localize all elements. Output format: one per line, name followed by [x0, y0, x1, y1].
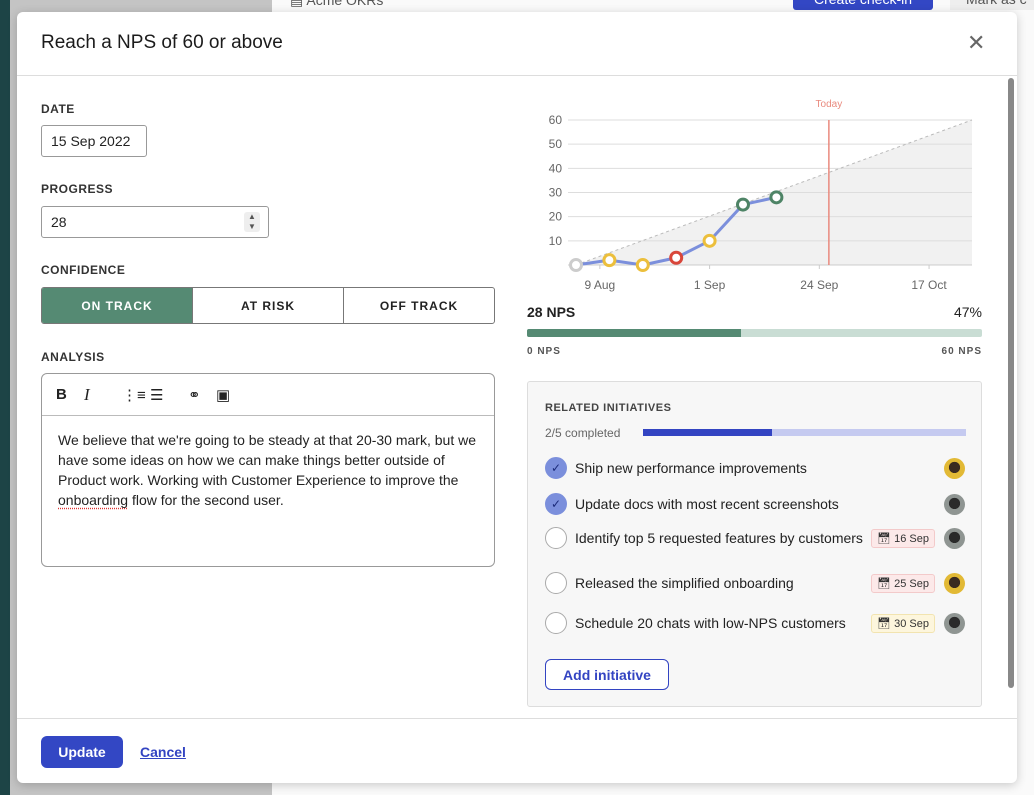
initiative-title[interactable]: Schedule 20 chats with low-NPS customers	[575, 613, 871, 633]
date-label: DATE	[41, 102, 75, 116]
initiative-item: Identify top 5 requested features by cus…	[545, 527, 965, 549]
y-tick-label: 40	[549, 161, 563, 175]
initiative-item: ✓ Update docs with most recent screenshot…	[545, 493, 965, 515]
calendar-icon: 📅︎	[877, 617, 892, 630]
avatar	[944, 457, 965, 479]
percent-complete: 47%	[953, 304, 982, 320]
y-tick-label: 20	[549, 210, 563, 224]
initiative-item: ✓ Ship new performance improvements	[545, 457, 965, 479]
cancel-button[interactable]: Cancel	[140, 744, 186, 760]
progress-input[interactable]: 28 ▲ ▼	[41, 206, 269, 238]
avatar	[944, 527, 965, 549]
breadcrumb-label: Acme OKRs	[306, 0, 384, 8]
image-icon[interactable]: ▣	[216, 386, 244, 404]
checkin-point	[569, 258, 583, 272]
initiative-title[interactable]: Released the simplified onboarding	[575, 573, 871, 593]
scrollbar-thumb[interactable]	[1008, 78, 1014, 688]
related-heading: RELATED INITIATIVES	[545, 402, 672, 414]
x-tick-label: 17 Oct	[911, 278, 947, 292]
checkin-point	[635, 258, 650, 272]
initiative-checkbox[interactable]	[545, 572, 567, 594]
confidence-label: CONFIDENCE	[41, 263, 126, 277]
analysis-text-part: flow for the second user.	[128, 492, 284, 508]
link-icon[interactable]: ⚭	[188, 386, 216, 404]
checkin-point	[669, 250, 684, 265]
due-date-badge: 📅︎ 25 Sep	[871, 573, 935, 593]
x-tick-label: 9 Aug	[585, 278, 616, 292]
checkin-modal: Reach a NPS of 60 or above ✕ DATE 15 Sep…	[17, 12, 1017, 783]
current-value: 28 NPS	[527, 304, 576, 320]
x-tick-label: 1 Sep	[694, 278, 726, 292]
initiative-checkbox[interactable]	[545, 527, 567, 549]
initiatives-progress-fill	[643, 429, 773, 436]
checkin-point	[702, 233, 717, 248]
analysis-editor: B I ⋮≡ ☰ ⚭ ▣ We believe that we're going…	[41, 373, 495, 567]
add-initiative-button[interactable]: Add initiative	[545, 659, 669, 690]
app-sidebar-edge	[0, 0, 10, 795]
misspelled-word: onboarding	[58, 492, 129, 508]
modal-header: Reach a NPS of 60 or above ✕	[17, 12, 1017, 76]
confidence-at-risk[interactable]: AT RISK	[192, 288, 343, 323]
due-date: 25 Sep	[894, 577, 929, 590]
calendar-icon: 📅︎	[877, 532, 892, 545]
footer-divider	[17, 718, 1017, 719]
due-date: 30 Sep	[894, 617, 929, 630]
date-input[interactable]: 15 Sep 2022	[41, 125, 147, 157]
related-initiatives-panel: RELATED INITIATIVES 2/5 completed ✓ Ship …	[527, 381, 982, 707]
initiative-title[interactable]: Ship new performance improvements	[575, 458, 944, 478]
ordered-list-icon[interactable]: ⋮≡	[122, 386, 150, 404]
avatar	[944, 612, 965, 634]
metric-max: 60 NPS	[941, 346, 982, 357]
calendar-icon: 📅︎	[877, 577, 892, 590]
due-date: 16 Sep	[894, 532, 929, 545]
stepper-icon[interactable]: ▲ ▼	[244, 212, 260, 232]
metric-progress-fill	[527, 329, 741, 337]
bold-icon[interactable]: B	[56, 386, 84, 403]
analysis-label: ANALYSIS	[41, 350, 105, 364]
initiative-item: Released the simplified onboarding 📅︎ 25 …	[545, 572, 965, 594]
italic-icon[interactable]: I	[84, 385, 112, 405]
initiatives-progress-bar	[643, 429, 966, 436]
initiative-checkbox[interactable]: ✓	[545, 493, 567, 515]
checkin-point	[735, 197, 750, 212]
close-icon[interactable]: ✕	[967, 30, 985, 56]
analysis-text[interactable]: We believe that we're going to be steady…	[42, 416, 494, 524]
avatar	[944, 493, 965, 515]
update-button[interactable]: Update	[41, 736, 123, 768]
checkin-point	[602, 253, 617, 268]
today-label: Today	[816, 99, 843, 110]
y-tick-label: 30	[549, 186, 563, 200]
bullet-list-icon[interactable]: ☰	[150, 386, 178, 404]
breadcrumb[interactable]: ▤ Acme OKRs	[290, 0, 383, 9]
create-checkin-button[interactable]: Create check-in	[793, 0, 933, 10]
y-tick-label: 50	[549, 137, 563, 151]
initiative-checkbox[interactable]: ✓	[545, 457, 567, 479]
progress-label: PROGRESS	[41, 182, 114, 196]
initiative-title[interactable]: Identify top 5 requested features by cus…	[575, 528, 871, 548]
progress-chart: 10 20 30 40 50 60 9 Aug 1 Sep 24 Sep 17 Oct Today	[549, 99, 973, 292]
initiative-item: Schedule 20 chats with low-NPS customers…	[545, 612, 965, 634]
x-tick-label: 24 Sep	[800, 278, 838, 292]
confidence-selector: ON TRACK AT RISK OFF TRACK	[41, 287, 495, 324]
progress-value: 28	[51, 214, 67, 230]
completed-count: 2/5 completed	[545, 426, 621, 440]
mark-as-button[interactable]: Mark as c	[950, 0, 1034, 10]
initiative-title[interactable]: Update docs with most recent screenshots	[575, 494, 944, 514]
confidence-off-track[interactable]: OFF TRACK	[343, 288, 494, 323]
due-date-badge: 📅︎ 30 Sep	[871, 613, 935, 633]
analysis-text-part: We believe that we're going to be steady…	[58, 432, 476, 488]
avatar	[944, 572, 965, 594]
editor-toolbar: B I ⋮≡ ☰ ⚭ ▣	[42, 374, 494, 416]
confidence-on-track[interactable]: ON TRACK	[42, 288, 192, 323]
metric-progress-bar	[527, 329, 982, 337]
modal-title: Reach a NPS of 60 or above	[41, 32, 283, 53]
scrollbar[interactable]	[1007, 74, 1016, 718]
y-tick-label: 10	[549, 234, 563, 248]
metric-min: 0 NPS	[527, 346, 561, 357]
initiative-checkbox[interactable]	[545, 612, 567, 634]
checkin-point	[769, 190, 784, 205]
due-date-badge: 📅︎ 16 Sep	[871, 528, 935, 548]
y-tick-label: 60	[549, 113, 563, 127]
